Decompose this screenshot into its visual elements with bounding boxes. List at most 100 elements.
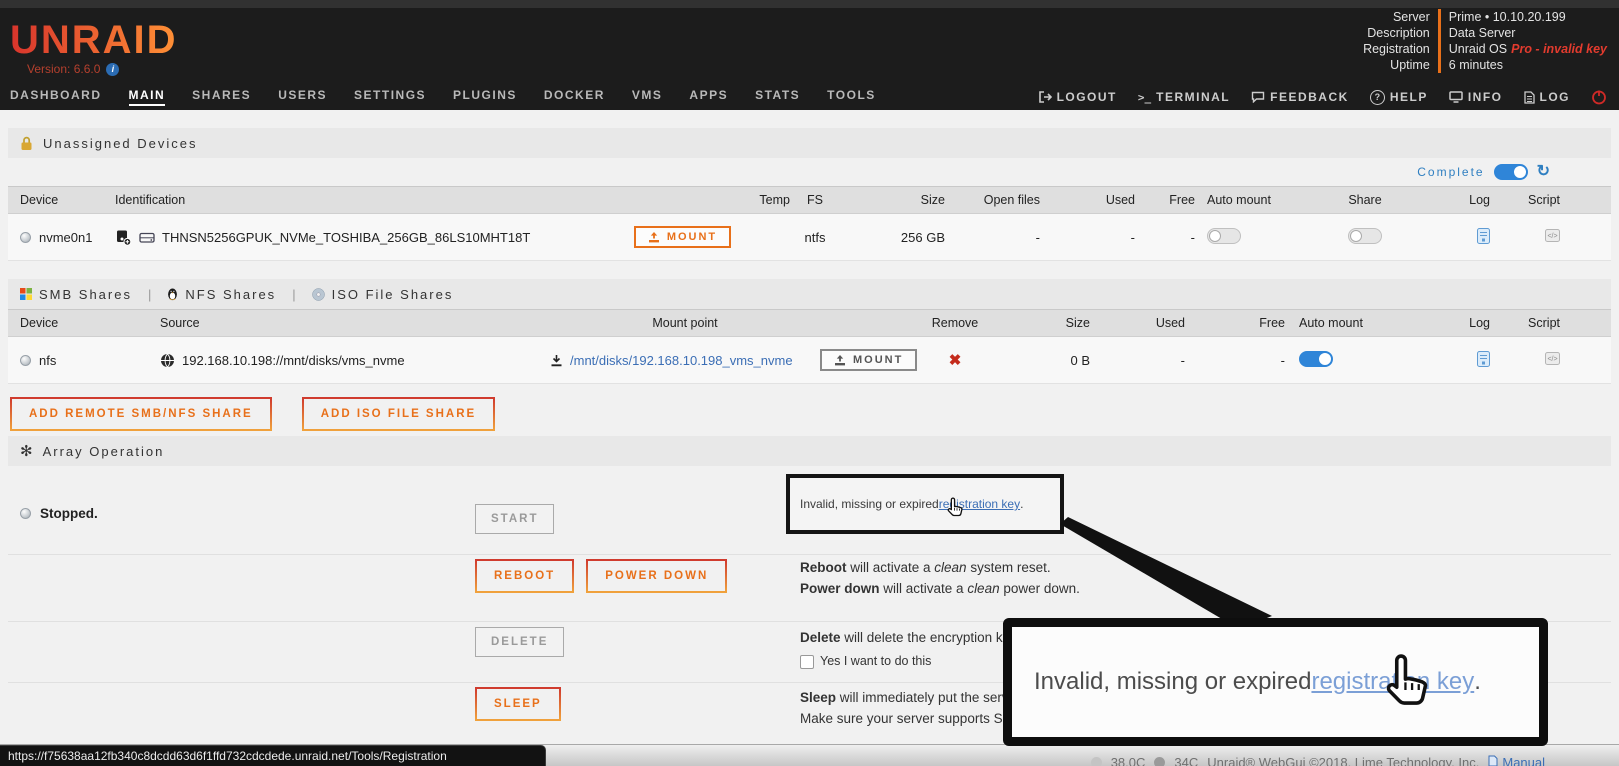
device-script-icon[interactable]: </>: [1545, 229, 1560, 245]
share-actions: ADD REMOTE SMB/NFS SHARE ADD ISO FILE SH…: [10, 397, 1619, 431]
header: UNRAID Version: 6.6.0 i Server Descripti…: [0, 0, 1619, 84]
partition-icon: [139, 231, 155, 244]
share-toggle[interactable]: [1348, 228, 1382, 244]
auto-mount-toggle[interactable]: [1207, 228, 1241, 244]
nav-item-plugins[interactable]: PLUGINS: [453, 88, 517, 106]
tab-nfs-shares[interactable]: NFS Shares: [167, 287, 276, 302]
start-button[interactable]: START: [475, 504, 554, 534]
remove-share-icon[interactable]: ✖: [949, 352, 962, 369]
lock-icon: [20, 136, 33, 151]
col-remove: Remove: [910, 316, 1000, 330]
nav-item-apps[interactable]: APPS: [689, 88, 728, 106]
mount-button[interactable]: MOUNT: [634, 226, 731, 248]
description-value: Data Server: [1449, 25, 1516, 41]
registration-label: Registration: [1363, 41, 1430, 57]
nav-item-shares[interactable]: SHARES: [192, 88, 251, 106]
temp-dot-icon: [1091, 757, 1102, 766]
info-button[interactable]: INFO: [1449, 90, 1503, 104]
footer-temp2: 34C: [1174, 755, 1198, 766]
share-auto-mount-toggle[interactable]: [1299, 351, 1333, 367]
reboot-button[interactable]: REBOOT: [475, 559, 574, 593]
logout-icon: [1039, 91, 1052, 103]
mount-point-link[interactable]: /mnt/disks/192.168.10.198_vms_nvme: [570, 353, 793, 368]
array-status-icon: [20, 508, 31, 519]
server-info-labels: Server Description Registration Uptime: [1363, 9, 1430, 73]
free-value: -: [1135, 230, 1195, 245]
complete-toggle[interactable]: [1494, 164, 1528, 180]
share-device-cell: nfs: [8, 353, 160, 368]
svg-text:</>: </>: [1547, 356, 1557, 363]
share-mount-point-cell: /mnt/disks/192.168.10.198_vms_nvme: [550, 353, 820, 368]
array-status-text: Stopped.: [40, 506, 98, 521]
device-name[interactable]: nvme0n1: [39, 230, 92, 245]
mount-icon: [834, 355, 846, 366]
nav-item-vms[interactable]: VMS: [632, 88, 663, 106]
share-log-icon[interactable]: [1477, 351, 1490, 370]
add-remote-share-button[interactable]: ADD REMOTE SMB/NFS SHARE: [10, 397, 272, 431]
log-button[interactable]: LOG: [1524, 90, 1571, 104]
share-device-name[interactable]: nfs: [39, 353, 56, 368]
share-log-cell: [1400, 351, 1490, 370]
fs-value: ntfs: [790, 230, 840, 245]
manual-link[interactable]: Manual: [1488, 755, 1545, 766]
complete-row: Complete ↻: [0, 158, 1619, 186]
svg-text:</>: </>: [1547, 233, 1557, 240]
nav-item-main[interactable]: MAIN: [129, 88, 166, 106]
power-down-button[interactable]: POWER DOWN: [586, 559, 727, 593]
feedback-button[interactable]: FEEDBACK: [1251, 90, 1349, 104]
col-size: Size: [1000, 316, 1090, 330]
col-share: Share: [1310, 193, 1420, 207]
share-mount-button[interactable]: MOUNT: [820, 349, 917, 371]
logout-button[interactable]: LOGOUT: [1039, 90, 1117, 104]
share-script-icon[interactable]: </>: [1545, 352, 1560, 368]
tab-iso-file-shares[interactable]: ISO File Shares: [312, 287, 454, 302]
open-files-value: -: [945, 230, 1040, 245]
tab-separator: |: [142, 287, 157, 302]
col-source: Source: [160, 316, 550, 330]
col-used: Used: [1090, 316, 1185, 330]
unassigned-devices-section-header: Unassigned Devices: [8, 128, 1611, 158]
col-identification: Identification: [115, 193, 620, 207]
device-log-icon[interactable]: [1477, 228, 1490, 247]
col-free: Free: [1135, 193, 1195, 207]
col-log: Log: [1420, 193, 1490, 207]
col-script: Script: [1490, 193, 1560, 207]
help-button[interactable]: ? HELP: [1370, 90, 1428, 105]
tab-separator: |: [286, 287, 301, 302]
col-fs: FS: [790, 193, 840, 207]
version-text: Version: 6.6.0: [27, 62, 100, 76]
array-row-reboot: REBOOT POWER DOWN Reboot will activate a…: [8, 555, 1611, 622]
nav-item-settings[interactable]: SETTINGS: [354, 88, 426, 106]
download-icon: [550, 354, 563, 367]
registration-value: Unraid OSPro - invalid key: [1449, 41, 1607, 57]
complete-label[interactable]: Complete: [1417, 165, 1484, 179]
add-iso-share-button[interactable]: ADD ISO FILE SHARE: [302, 397, 495, 431]
device-status-icon: [20, 232, 31, 243]
uptime-value: 6 minutes: [1449, 57, 1503, 73]
nav-item-tools[interactable]: TOOLS: [827, 88, 876, 106]
shares-section-header: SMB Shares | NFS Shares | ISO File Share…: [8, 279, 1611, 309]
version-info-icon[interactable]: i: [106, 63, 119, 76]
nav-item-dashboard[interactable]: DASHBOARD: [10, 88, 102, 106]
feedback-icon: [1251, 91, 1265, 103]
server-value: Prime • 10.10.20.199: [1449, 9, 1566, 25]
log-cell: [1420, 228, 1490, 247]
nav-item-docker[interactable]: DOCKER: [544, 88, 605, 106]
info-icon: [1449, 91, 1463, 103]
magnified-warning-text: Invalid, missing or expired: [1034, 668, 1311, 696]
terminal-button[interactable]: >_ TERMINAL: [1138, 90, 1230, 104]
col-script: Script: [1490, 316, 1560, 330]
delete-confirm-checkbox[interactable]: [800, 655, 814, 669]
array-operation-section-header: ✻ Array Operation: [8, 436, 1611, 466]
nav-item-stats[interactable]: STATS: [755, 88, 800, 106]
alert-power-icon[interactable]: [1591, 89, 1607, 105]
temp-dot-icon: [1154, 757, 1165, 766]
delete-button[interactable]: DELETE: [475, 627, 564, 657]
col-mount-point: Mount point: [550, 316, 820, 330]
device-identification[interactable]: THNSN5256GPUK_NVMe_TOSHIBA_256GB_86LS10M…: [162, 230, 530, 245]
nav-item-users[interactable]: USERS: [278, 88, 327, 106]
refresh-icon[interactable]: ↻: [1537, 165, 1550, 179]
sleep-button[interactable]: SLEEP: [475, 687, 561, 721]
tab-smb-shares[interactable]: SMB Shares: [20, 287, 132, 302]
registration-invalid-flag: Pro - invalid key: [1511, 42, 1607, 56]
